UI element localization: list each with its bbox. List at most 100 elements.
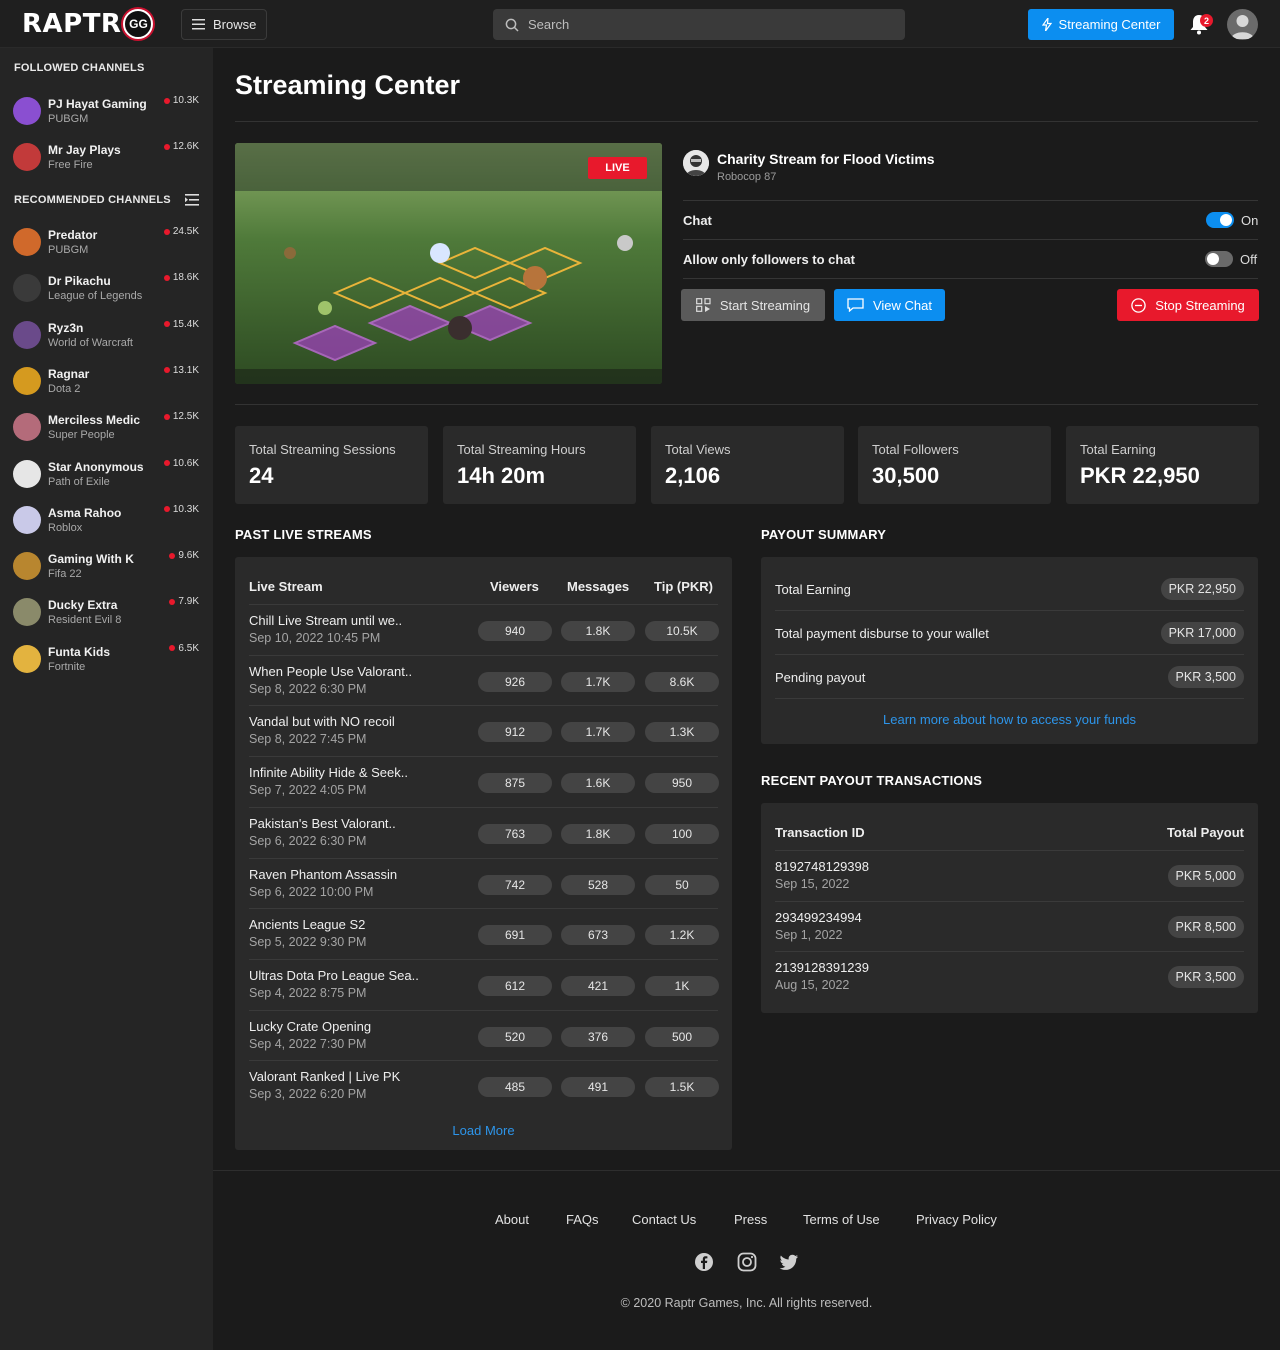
footer-link-privacy[interactable]: Privacy Policy [916,1212,997,1227]
viewers-pill: 742 [478,874,552,895]
viewer-count-value: 9.6K [178,550,199,562]
stream-username: Robocop 87 [717,171,777,183]
channel-name: Predator [48,228,98,242]
sidebar-channel-item[interactable]: Funta Kids Fortnite 6.5K [13,643,203,679]
streaming-center-button[interactable]: Streaming Center [1028,9,1174,40]
sidebar-channel-item[interactable]: Mr Jay Plays Free Fire 12.6K [13,141,203,177]
sidebar-channel-item[interactable]: PJ Hayat Gaming PUBGM 10.3K [13,95,203,131]
past-stream-row[interactable]: Ancients League S2 Sep 5, 2022 9:30 PM 6… [249,908,719,959]
user-avatar[interactable] [1227,9,1258,40]
stream-title: Charity Stream for Flood Victims [717,151,935,167]
sidebar-channel-item[interactable]: Ryz3n World of Warcraft 15.4K [13,319,203,355]
past-stream-row[interactable]: Pakistan's Best Valorant.. Sep 6, 2022 6… [249,806,719,858]
live-dot-icon [163,321,170,328]
past-stream-row[interactable]: Vandal but with NO recoil Sep 8, 2022 7:… [249,705,719,756]
sidebar-channel-item[interactable]: Ducky Extra Resident Evil 8 7.9K [13,596,203,632]
payout-label: Pending payout [775,670,866,685]
divider [683,200,1258,201]
transaction-row[interactable]: 2139128391239 Aug 15, 2022 PKR 3,500 [775,951,1244,1002]
transaction-row[interactable]: 293499234994 Sep 1, 2022 PKR 8,500 [775,900,1244,952]
learn-more-funds-link[interactable]: Learn more about how to access your fund… [761,712,1258,727]
stream-row-date: Sep 10, 2022 10:45 PM [249,631,381,645]
stop-streaming-button[interactable]: Stop Streaming [1117,289,1259,321]
messages-pill: 1.7K [561,722,635,743]
channel-game: League of Legends [48,290,143,303]
sidebar-channel-item[interactable]: Predator PUBGM 24.5K [13,226,203,262]
followers-chat-toggle[interactable] [1205,251,1233,267]
browse-label: Browse [213,17,257,32]
streamer-avatar [683,150,709,176]
live-dot-icon [169,598,176,605]
stat-label: Total Followers [872,442,959,457]
past-stream-row[interactable]: Ultras Dota Pro League Sea.. Sep 4, 2022… [249,958,719,1010]
viewers-pill: 912 [478,722,552,743]
search-bar[interactable] [493,9,905,40]
past-stream-row[interactable]: Infinite Ability Hide & Seek.. Sep 7, 20… [249,756,719,807]
channel-avatar [13,228,41,256]
tip-pill: 8.6K [645,671,719,692]
browse-button[interactable]: Browse [181,9,267,40]
stream-preview[interactable] [235,143,662,384]
stream-row-title: Valorant Ranked | Live PK [249,1069,401,1085]
viewer-count-value: 10.3K [172,95,199,106]
sidebar-channel-item[interactable]: Star Anonymous Path of Exile 10.6K [13,458,203,494]
sidebar-channel-item[interactable]: Gaming With K Fifa 22 9.6K [13,550,203,586]
messages-pill: 1.8K [561,621,635,641]
live-dot-icon [163,97,170,104]
past-stream-row[interactable]: Lucky Crate Opening Sep 4, 2022 7:30 PM … [249,1009,719,1061]
past-stream-row[interactable]: When People Use Valorant.. Sep 8, 2022 6… [249,654,719,706]
sidebar-channel-item[interactable]: Ragnar Dota 2 13.1K [13,365,203,401]
view-chat-button[interactable]: View Chat [834,289,945,321]
tip-pill: 500 [645,1026,719,1047]
stream-row-title: Lucky Crate Opening [249,1018,372,1034]
raptr-logo[interactable]: RAPTR GG [22,9,154,39]
channel-name: Asma Rahoo [48,505,122,520]
channel-game: Free Fire [48,159,93,171]
instagram-icon[interactable] [737,1252,757,1272]
live-dot-icon [163,228,170,235]
footer-link-press[interactable]: Press [734,1212,767,1227]
footer-link-about[interactable]: About [495,1212,529,1227]
facebook-icon[interactable] [694,1252,714,1272]
stat-card-followers: Total Followers 30,500 [858,426,1051,504]
channel-avatar [13,598,41,627]
footer-link-terms[interactable]: Terms of Use [803,1212,880,1227]
chat-toggle[interactable] [1206,212,1234,228]
page-title: Streaming Center [235,70,461,100]
footer-divider [213,1170,1280,1171]
channel-game: Path of Exile [48,475,110,488]
payout-summary-card: Total Earning PKR 22,950 Total payment d… [761,557,1258,744]
footer-link-contact[interactable]: Contact Us [632,1212,696,1227]
start-streaming-button[interactable]: Start Streaming [681,289,825,321]
twitter-icon[interactable] [779,1252,799,1272]
channel-game: PUBGM [48,244,89,256]
tip-pill: 1K [645,975,719,996]
viewer-count: 13.1K [163,365,199,376]
load-more-link[interactable]: Load More [235,1123,732,1138]
past-stream-row[interactable]: Raven Phantom Assassin Sep 6, 2022 10:00… [249,857,719,909]
viewer-count-value: 24.5K [172,226,199,237]
sidebar: FOLLOWED CHANNELS PJ Hayat Gaming PUBGM … [0,48,213,1350]
footer-link-faqs[interactable]: FAQs [566,1212,599,1227]
chat-setting-label: Chat [683,213,712,228]
column-header-total-payout: Total Payout [1166,825,1244,840]
channel-name: Funta Kids [48,644,110,659]
column-header-tip: Tip (PKR) [654,579,713,594]
sidebar-channel-item[interactable]: Asma Rahoo Roblox 10.3K [13,504,203,540]
past-stream-row[interactable]: Valorant Ranked | Live PK Sep 3, 2022 6:… [249,1060,719,1111]
past-stream-row[interactable]: Chill Live Stream until we.. Sep 10, 202… [249,604,719,655]
divider [235,121,1258,122]
notifications-button[interactable]: 2 [1188,12,1213,36]
transaction-row[interactable]: 8192748129398 Sep 15, 2022 PKR 5,000 [775,850,1244,901]
viewer-count: 24.5K [163,226,199,237]
filter-icon[interactable] [185,194,199,206]
stat-value: PKR 22,950 [1080,463,1200,488]
sidebar-channel-item[interactable]: Dr Pikachu League of Legends 18.6K [13,272,203,308]
search-input[interactable] [528,17,888,32]
sidebar-channel-item[interactable]: Merciless Medic Super People 12.5K [13,411,203,447]
live-dot-icon [169,552,176,559]
chat-toggle-state: On [1241,213,1259,228]
channel-game: World of Warcraft [48,336,133,349]
channel-avatar [13,505,41,534]
stream-row-date: Sep 8, 2022 7:45 PM [249,732,367,747]
